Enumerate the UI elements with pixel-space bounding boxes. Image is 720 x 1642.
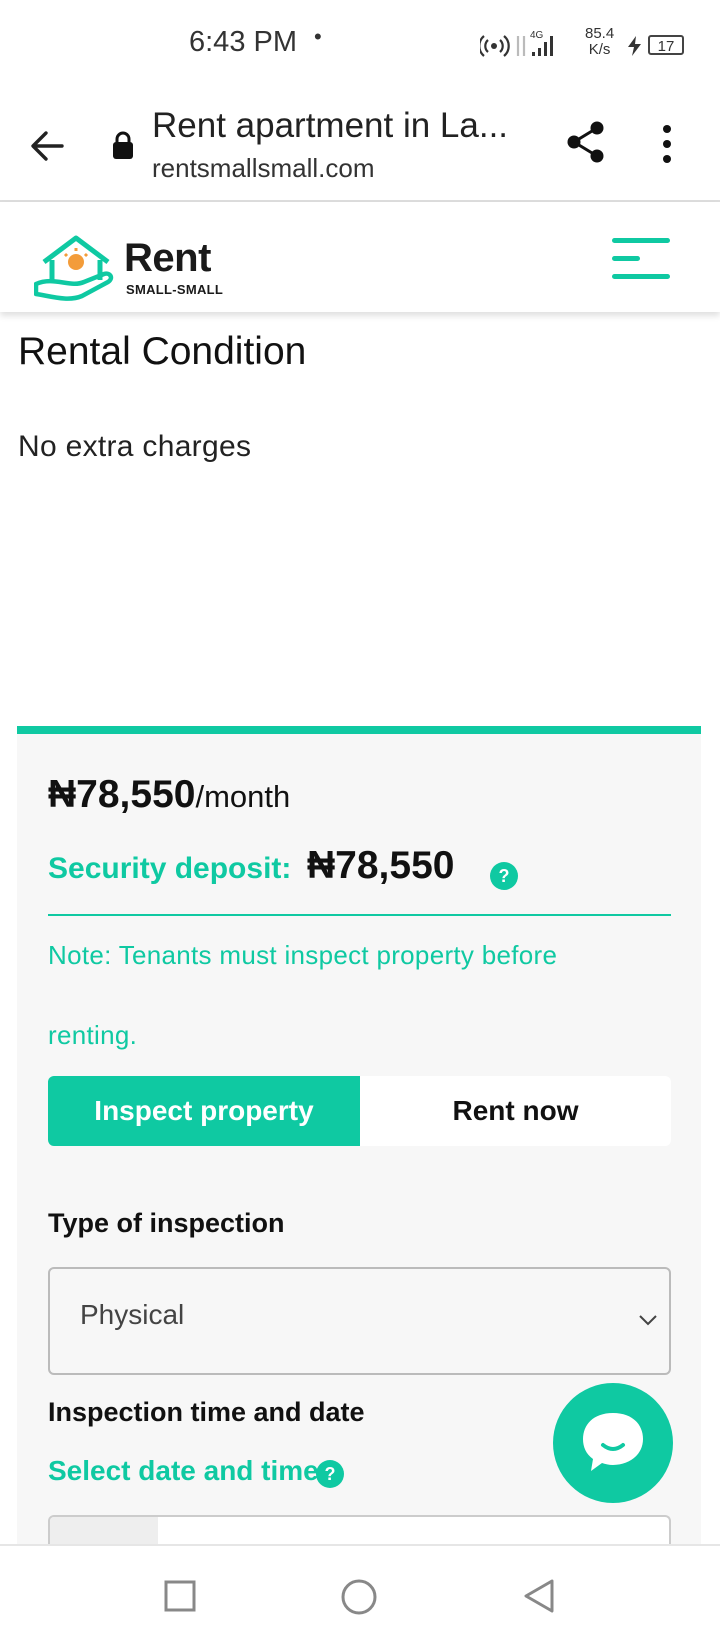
notification-dot: •: [314, 24, 322, 49]
browser-toolbar: Rent apartment in La... rentsmallsmall.c…: [0, 88, 720, 202]
chat-button[interactable]: [553, 1383, 673, 1503]
arrow-left-icon: [31, 131, 64, 161]
rental-condition-text: No extra charges: [18, 430, 252, 463]
divider: [48, 914, 671, 916]
more-vertical-icon: [663, 125, 671, 163]
back-button[interactable]: [28, 126, 68, 166]
share-button[interactable]: [566, 120, 606, 169]
tab-inspect-property[interactable]: Inspect property: [48, 1076, 360, 1146]
speed-value: 85.4: [585, 25, 615, 42]
deposit-help-icon[interactable]: ?: [490, 862, 518, 890]
inspection-note-cont: renting.: [48, 1020, 138, 1050]
select-date-link[interactable]: Select date and time: [48, 1455, 319, 1487]
inspection-type-label: Type of inspection: [48, 1208, 285, 1238]
logo-subtext[interactable]: SMALL-SMALL: [126, 282, 223, 297]
chat-bubble-icon: [583, 1413, 643, 1471]
chevron-down-icon: [638, 1313, 658, 1331]
date-help-icon[interactable]: ?: [316, 1460, 344, 1488]
security-deposit-value: ₦78,550: [307, 844, 455, 887]
inspection-type-select[interactable]: Physical: [48, 1267, 671, 1375]
system-nav-bar: [0, 1544, 720, 1642]
page-url[interactable]: rentsmallsmall.com: [152, 153, 375, 184]
price-value: ₦78,550: [48, 773, 196, 816]
signal-icons: 4G: [478, 28, 580, 64]
inspection-time-label: Inspection time and date: [48, 1397, 365, 1427]
network-speed: 85.4 K/s: [585, 26, 614, 58]
charging-icon: [628, 36, 641, 56]
hotspot-icon: 4G: [478, 30, 553, 57]
inspection-note: Note: Tenants must inspect property befo…: [48, 940, 558, 970]
logo-icon[interactable]: [33, 232, 118, 307]
svg-text:4G: 4G: [530, 30, 544, 41]
hamburger-menu-icon[interactable]: [612, 238, 674, 282]
home-icon[interactable]: [340, 1578, 378, 1616]
speed-unit: K/s: [588, 41, 611, 58]
site-header: Rent SMALL-SMALL: [0, 202, 720, 312]
back-nav-icon[interactable]: [522, 1578, 556, 1614]
logo-text[interactable]: Rent: [124, 236, 211, 281]
price-unit: /month: [195, 779, 291, 814]
more-options-button[interactable]: [660, 124, 674, 169]
share-icon: [567, 121, 604, 163]
page-title[interactable]: Rent apartment in La...: [152, 106, 508, 146]
lock-icon: [112, 130, 134, 165]
status-time: 6:43 PM: [189, 26, 297, 58]
recent-apps-icon[interactable]: [164, 1580, 196, 1612]
monthly-price: ₦78,550/month: [48, 773, 290, 817]
inspection-type-value: Physical: [80, 1299, 185, 1330]
status-bar: 6:43 PM • 4G 85.4 K/s 17: [0, 0, 720, 88]
tab-rent-now[interactable]: Rent now: [360, 1076, 671, 1146]
security-deposit-label: Security deposit:: [48, 852, 292, 885]
booking-tabs: Inspect property Rent now: [48, 1076, 671, 1146]
battery-icon: 17: [648, 35, 684, 55]
rental-condition-heading: Rental Condition: [18, 330, 307, 373]
